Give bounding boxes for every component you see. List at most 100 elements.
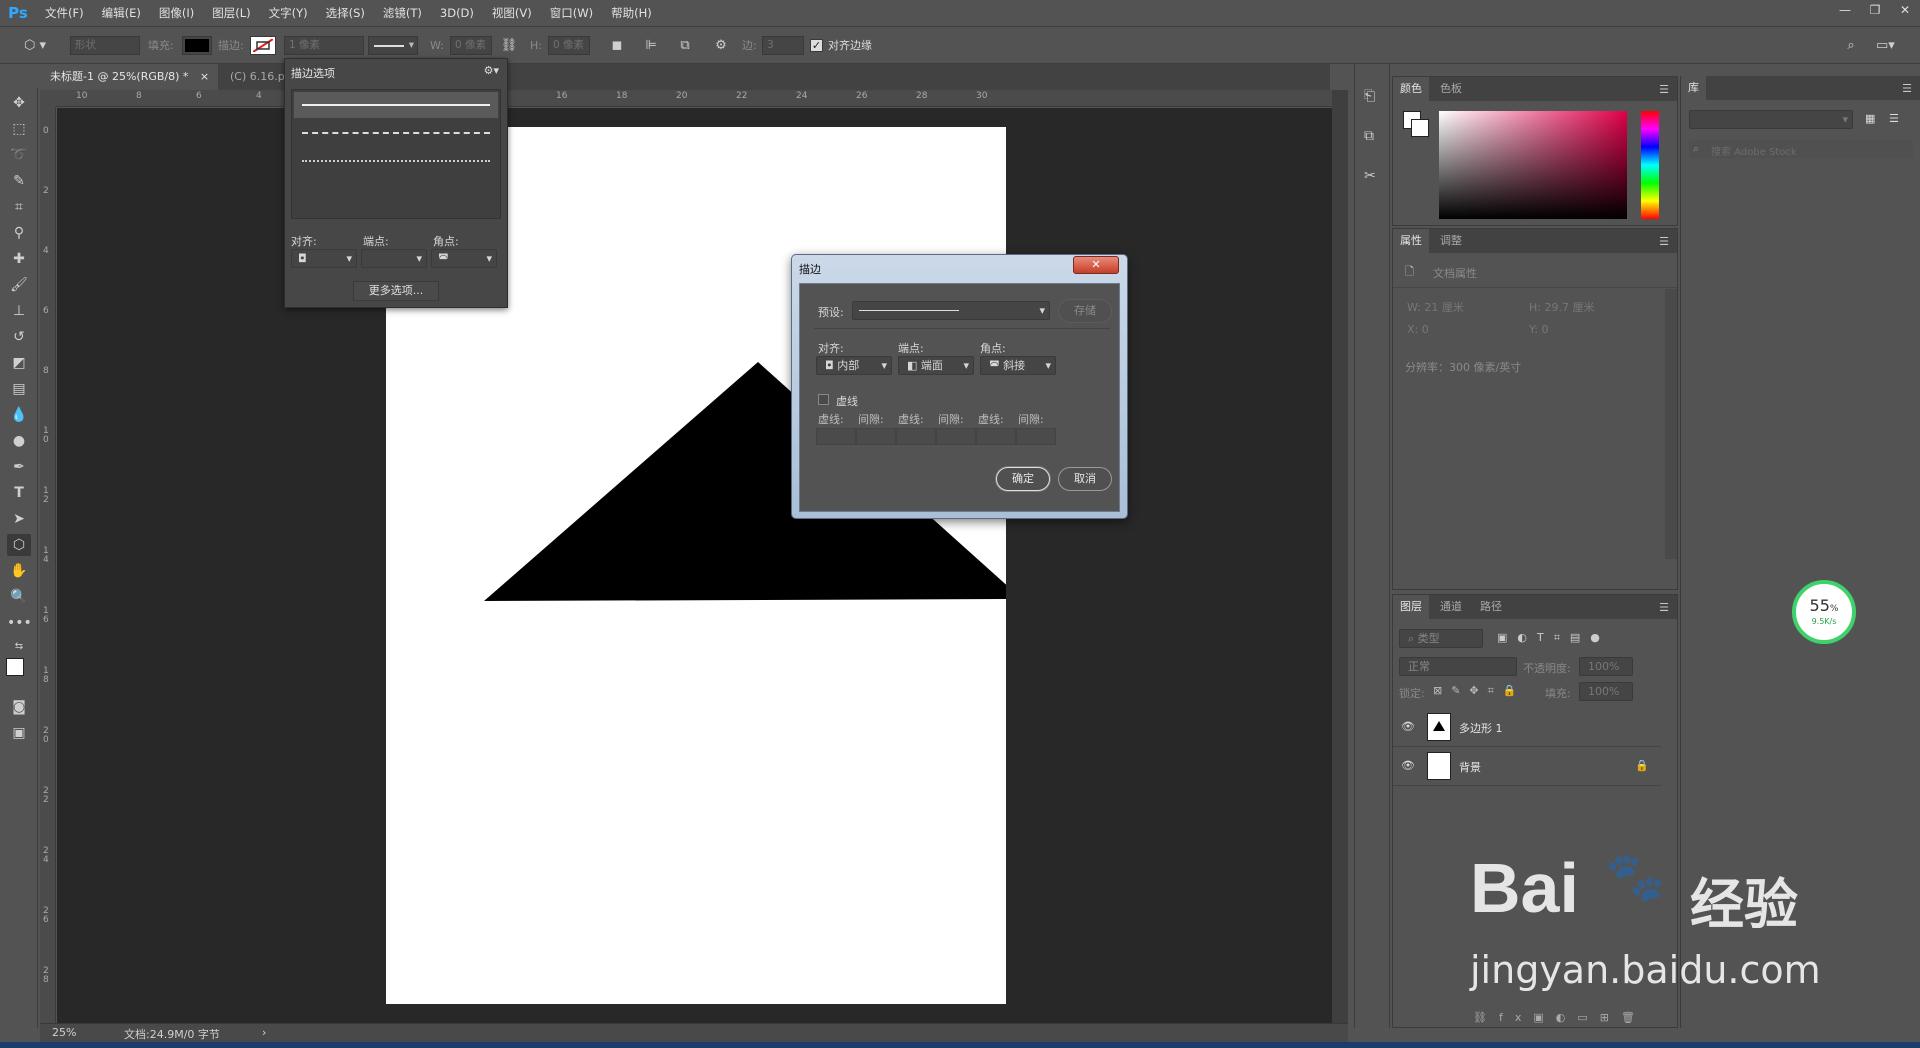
library-select[interactable]: ▾ bbox=[1689, 110, 1853, 129]
marquee-tool-icon[interactable]: ⬚ bbox=[7, 118, 31, 140]
polygon-tool-icon[interactable]: ⬡ bbox=[7, 534, 31, 556]
tab-layers[interactable]: 图层 bbox=[1393, 595, 1429, 619]
healing-brush-tool-icon[interactable]: ✚ bbox=[7, 248, 31, 270]
menu-item[interactable]: 窗口(W) bbox=[541, 0, 602, 26]
type-tool-icon[interactable]: T bbox=[7, 482, 31, 504]
align-edges-checkbox[interactable]: ✓ bbox=[810, 39, 823, 52]
menu-item[interactable]: 文字(Y) bbox=[260, 0, 317, 26]
tab-color[interactable]: 颜色 bbox=[1393, 77, 1429, 101]
align-select[interactable]: ◘ 内部 ▾ bbox=[816, 356, 892, 375]
path-alignment-icon[interactable]: ⊫ bbox=[642, 37, 660, 55]
crop-tool-icon[interactable]: ⌗ bbox=[7, 196, 31, 218]
stock-search-field[interactable]: ⌕ 搜索 Adobe Stock bbox=[1689, 140, 1913, 158]
brush-tool-icon[interactable]: 🖌 bbox=[7, 274, 31, 296]
lasso-tool-icon[interactable]: ➰ bbox=[7, 144, 31, 166]
pen-tool-icon[interactable]: ✒ bbox=[7, 456, 31, 478]
properties-scrollbar[interactable] bbox=[1665, 289, 1677, 559]
gap-input-2[interactable] bbox=[936, 428, 976, 445]
bg-color-chip[interactable] bbox=[1411, 119, 1429, 137]
tab-channels[interactable]: 通道 bbox=[1433, 595, 1469, 619]
menu-item[interactable]: 3D(D) bbox=[431, 0, 483, 26]
menu-item[interactable]: 帮助(H) bbox=[602, 0, 661, 26]
layers-menu-icon[interactable]: ☰ bbox=[1659, 601, 1669, 614]
stroke-width-input[interactable]: 1 像素 bbox=[284, 36, 364, 55]
menu-item[interactable]: 图像(I) bbox=[150, 0, 203, 26]
network-speed-gauge[interactable]: 55% 9.5K/s bbox=[1792, 580, 1856, 644]
minimize-button[interactable]: — bbox=[1830, 0, 1860, 20]
dashed-checkbox[interactable] bbox=[818, 394, 829, 405]
screen-mode-icon[interactable]: ▣ bbox=[7, 722, 31, 744]
properties-menu-icon[interactable]: ☰ bbox=[1659, 235, 1669, 248]
zoom-level[interactable]: 25% bbox=[52, 1026, 76, 1039]
stroke-type-solid[interactable] bbox=[294, 92, 498, 118]
visibility-eye-icon[interactable]: 👁 bbox=[1401, 759, 1415, 772]
popup-corners-select[interactable]: ◚ ▾ bbox=[431, 249, 497, 268]
tab-adjustments[interactable]: 调整 bbox=[1433, 229, 1469, 253]
path-arrangement-icon[interactable]: ⧉ bbox=[676, 37, 694, 55]
stroke-type-select[interactable]: ▾ bbox=[368, 36, 418, 55]
popup-gear-icon[interactable]: ⚙▾ bbox=[484, 64, 499, 77]
dash-input-3[interactable] bbox=[976, 428, 1016, 445]
preset-select[interactable]: ▾ bbox=[852, 301, 1050, 320]
stroke-type-dashed[interactable] bbox=[294, 120, 498, 146]
ok-button[interactable]: 确定 bbox=[996, 467, 1050, 491]
list-view-icon[interactable]: ☰ bbox=[1889, 112, 1899, 125]
color-field[interactable] bbox=[1439, 111, 1627, 219]
save-preset-button[interactable]: 存储 bbox=[1058, 299, 1112, 323]
layer-name[interactable]: 多边形 1 bbox=[1459, 720, 1503, 736]
sides-input[interactable]: 3 bbox=[762, 36, 804, 55]
menu-item[interactable]: 图层(L) bbox=[203, 0, 259, 26]
gap-input-1[interactable] bbox=[856, 428, 896, 445]
corners-select[interactable]: ◚ 斜接 ▾ bbox=[980, 356, 1056, 375]
clone-source-icon[interactable]: ⧉ bbox=[1364, 128, 1374, 144]
fill-swatch[interactable] bbox=[182, 36, 212, 55]
library-menu-icon[interactable]: ☰ bbox=[1902, 82, 1912, 95]
dialog-close-button[interactable]: ✕ bbox=[1073, 256, 1119, 274]
stroke-type-dotted[interactable] bbox=[294, 148, 498, 174]
swap-colors-icon[interactable]: ⇆ bbox=[7, 636, 31, 658]
clone-stamp-tool-icon[interactable]: ⊥ bbox=[7, 300, 31, 322]
search-icon[interactable]: ⌕ bbox=[1842, 37, 1860, 55]
menu-item[interactable]: 选择(S) bbox=[317, 0, 374, 26]
polygon-tool-preset-icon[interactable]: ⬡ ▾ bbox=[18, 37, 52, 55]
workspace-icon[interactable]: ▭▾ bbox=[1876, 37, 1895, 55]
w-input[interactable]: 0 像素 bbox=[450, 36, 492, 55]
tab-libraries[interactable]: 库 bbox=[1681, 76, 1706, 100]
foreground-color-swatch[interactable] bbox=[6, 658, 24, 676]
close-tab-icon[interactable]: × bbox=[200, 70, 209, 83]
history-panel-icon[interactable]: ⎗ bbox=[1364, 88, 1375, 104]
link-icon[interactable]: ⛓ bbox=[500, 37, 518, 55]
path-operations-icon[interactable]: ◼ bbox=[608, 37, 626, 55]
menu-item[interactable]: 文件(F) bbox=[36, 0, 93, 26]
tab-swatches[interactable]: 色板 bbox=[1433, 77, 1469, 101]
popup-align-select[interactable]: ◘ ▾ bbox=[291, 249, 357, 268]
layer-filter-select[interactable]: ⌕ 类型 bbox=[1399, 629, 1483, 648]
cancel-button[interactable]: 取消 bbox=[1058, 467, 1112, 491]
grid-view-icon[interactable]: ▦ bbox=[1865, 112, 1875, 125]
gap-input-3[interactable] bbox=[1016, 428, 1056, 445]
vertical-scrollbar[interactable] bbox=[1332, 90, 1348, 1023]
eyedropper-tool-icon[interactable]: ⚲ bbox=[7, 222, 31, 244]
tool-mode-select[interactable]: 形状 bbox=[70, 36, 140, 55]
dodge-tool-icon[interactable]: ● bbox=[7, 430, 31, 452]
stroke-swatch[interactable] bbox=[250, 36, 276, 55]
doc-tab-active[interactable]: 未标题-1 @ 25%(RGB/8) * × bbox=[40, 64, 218, 90]
opacity-input[interactable]: 100% bbox=[1579, 657, 1633, 676]
blur-tool-icon[interactable]: 💧 bbox=[7, 404, 31, 426]
color-panel-menu-icon[interactable]: ☰ bbox=[1659, 83, 1669, 96]
menu-item[interactable]: 编辑(E) bbox=[93, 0, 150, 26]
menu-item[interactable]: 视图(V) bbox=[483, 0, 541, 26]
quick-select-tool-icon[interactable]: ✎ bbox=[7, 170, 31, 192]
hue-slider[interactable] bbox=[1641, 111, 1659, 219]
dash-input-2[interactable] bbox=[896, 428, 936, 445]
visibility-eye-icon[interactable]: 👁 bbox=[1401, 720, 1415, 733]
menu-item[interactable]: 滤镜(T) bbox=[374, 0, 431, 26]
quick-mask-icon[interactable]: ◙ bbox=[7, 696, 31, 718]
tab-properties[interactable]: 属性 bbox=[1393, 229, 1429, 253]
gradient-tool-icon[interactable]: ▤ bbox=[7, 378, 31, 400]
status-arrow-icon[interactable]: › bbox=[262, 1026, 266, 1039]
more-options-button[interactable]: 更多选项... bbox=[353, 281, 439, 301]
lock-icons[interactable]: ⊠✎✥⌗🔒 bbox=[1433, 684, 1526, 698]
layers-footer-icons[interactable]: ⛓fx▣◐▭⊞🗑 bbox=[1473, 1011, 1647, 1024]
layer-name[interactable]: 背景 bbox=[1459, 759, 1481, 775]
